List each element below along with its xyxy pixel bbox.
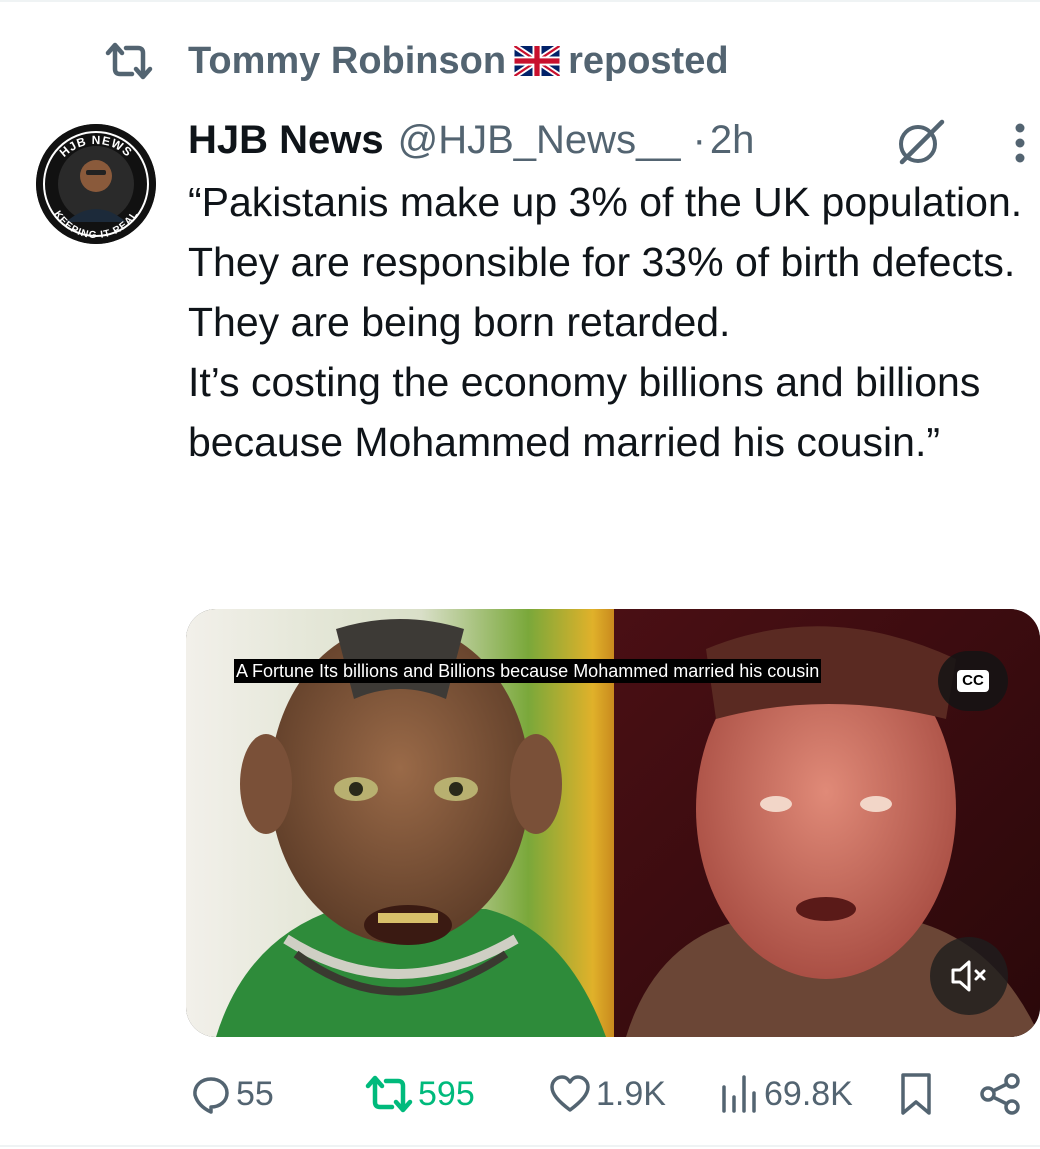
repost-icon bbox=[104, 41, 154, 81]
timestamp[interactable]: 2h bbox=[710, 118, 755, 163]
bottom-divider bbox=[0, 1145, 1040, 1147]
bookmark-button[interactable] bbox=[898, 1066, 934, 1122]
repost-suffix: reposted bbox=[568, 39, 729, 82]
repost-action-icon bbox=[365, 1075, 413, 1113]
views-count: 69.8K bbox=[764, 1074, 853, 1113]
share-button[interactable] bbox=[978, 1066, 1024, 1122]
repost-count: 595 bbox=[418, 1074, 475, 1113]
author-handle[interactable]: @HJB_News__ bbox=[398, 118, 681, 163]
like-count: 1.9K bbox=[596, 1074, 666, 1113]
repost-label: Tommy Robinson reposted bbox=[188, 40, 729, 83]
more-options-icon[interactable] bbox=[1006, 118, 1034, 168]
repost-button[interactable]: 595 bbox=[364, 1066, 475, 1122]
top-divider bbox=[0, 0, 1040, 2]
uk-flag-icon bbox=[514, 45, 561, 76]
tweet-text: “Pakistanis make up 3% of the UK populat… bbox=[188, 179, 1023, 465]
speaker-muted-icon bbox=[951, 960, 986, 992]
reply-icon bbox=[193, 1077, 229, 1114]
like-button[interactable]: 1.9K bbox=[548, 1066, 666, 1122]
video-caption: A Fortune Its billions and Billions beca… bbox=[234, 659, 822, 683]
tweet-header: HJB News @HJB_News__ · 2h bbox=[188, 112, 754, 168]
mute-button[interactable] bbox=[930, 937, 1008, 1015]
reposter-name[interactable]: Tommy Robinson bbox=[188, 40, 506, 82]
repost-context[interactable]: Tommy Robinson reposted bbox=[104, 36, 729, 86]
separator-dot: · bbox=[692, 117, 706, 162]
action-bar: 55 595 1.9K 69.8K bbox=[0, 1066, 1040, 1122]
heart-icon bbox=[550, 1075, 590, 1112]
share-icon bbox=[980, 1073, 1020, 1115]
cc-icon: CC bbox=[957, 670, 989, 692]
views-chart-icon bbox=[722, 1075, 756, 1113]
bookmark-icon bbox=[901, 1073, 931, 1115]
reply-count: 55 bbox=[236, 1074, 274, 1113]
views-button[interactable]: 69.8K bbox=[718, 1066, 853, 1122]
author-name[interactable]: HJB News bbox=[188, 118, 384, 163]
closed-captions-button[interactable]: CC bbox=[938, 651, 1008, 711]
video-player[interactable]: A Fortune Its billions and Billions beca… bbox=[186, 609, 1040, 1037]
avatar[interactable]: HJB NEWS KEEPING IT REAL bbox=[36, 124, 156, 244]
reply-button[interactable]: 55 bbox=[190, 1066, 274, 1122]
grok-icon[interactable] bbox=[892, 114, 948, 170]
